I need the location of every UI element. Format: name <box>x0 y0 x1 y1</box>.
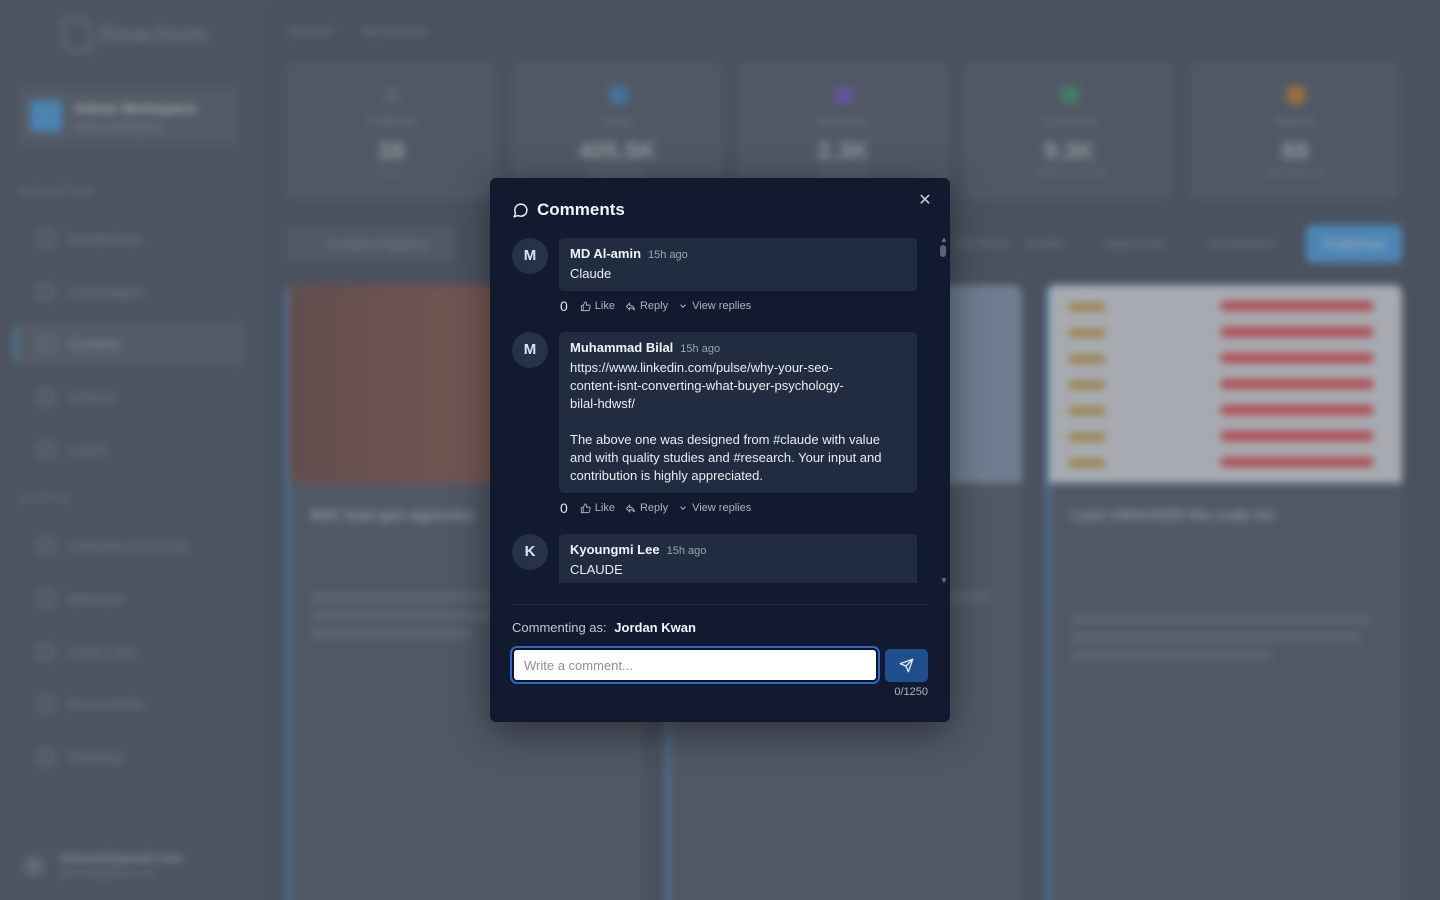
comment-bubble: Kyoungmi Lee 15h ago CLAUDE <box>559 534 917 583</box>
comment-author[interactable]: Muhammad Bilal <box>570 340 673 355</box>
comment-thread[interactable]: M MD Al-amin 15h ago Claude 0 Like Reply … <box>512 238 918 583</box>
comment-actions: 0 Like Reply View replies <box>560 298 751 314</box>
scroll-up-icon[interactable]: ▲ <box>940 235 948 244</box>
comments-modal: Comments ✕ M MD Al-amin 15h ago Claude 0 … <box>490 178 950 722</box>
scroll-down-icon[interactable]: ▼ <box>940 576 948 585</box>
comment-input[interactable] <box>514 650 876 680</box>
thread-scrollbar[interactable]: ▲ ▼ <box>940 235 948 585</box>
comment-text: Claude <box>570 266 612 281</box>
comment-actions: 0 Like Reply View replies <box>560 500 751 516</box>
reply-button[interactable]: Reply <box>625 300 668 312</box>
view-replies-button[interactable]: View replies <box>678 502 751 514</box>
comment-bubble: MD Al-amin 15h ago Claude <box>559 238 917 291</box>
view-replies-button[interactable]: View replies <box>678 300 751 312</box>
close-button[interactable]: ✕ <box>916 192 934 210</box>
comment-time: 15h ago <box>680 343 721 355</box>
comment-text: https://www.linkedin.com/pulse/why-your-… <box>570 360 882 483</box>
comment-bubble: Muhammad Bilal 15h ago https://www.linked… <box>559 332 917 493</box>
chevron-down-icon <box>680 506 686 510</box>
send-button[interactable] <box>885 649 928 682</box>
commenting-as: Commenting as: Jordan Kwan <box>512 620 696 635</box>
divider <box>512 604 928 605</box>
comment-time: 15h ago <box>648 249 688 261</box>
commenting-as-name: Jordan Kwan <box>614 620 696 635</box>
reply-icon <box>625 503 636 513</box>
like-button[interactable]: Like <box>580 300 615 312</box>
like-button[interactable]: Like <box>580 502 615 514</box>
commenting-as-label: Commenting as: <box>512 620 607 635</box>
scrollbar-thumb[interactable] <box>940 245 946 257</box>
comment-input-wrapper <box>512 648 878 682</box>
avatar: M <box>512 238 548 274</box>
like-count: 0 <box>560 500 568 516</box>
like-count: 0 <box>560 298 568 314</box>
modal-title: Comments <box>537 200 625 219</box>
send-icon <box>899 658 914 673</box>
modal-header: Comments <box>512 200 625 220</box>
comment-author[interactable]: Kyoungmi Lee <box>570 542 660 557</box>
avatar: K <box>512 534 548 570</box>
comment-bubble-icon <box>513 202 528 218</box>
comment-text: CLAUDE <box>570 562 623 577</box>
char-counter: 0/1250 <box>894 686 928 698</box>
comment-author[interactable]: MD Al-amin <box>570 246 641 261</box>
thumbs-up-icon <box>580 300 591 311</box>
reply-icon <box>625 301 636 311</box>
chevron-down-icon <box>680 304 686 308</box>
close-icon: ✕ <box>918 192 932 209</box>
avatar: M <box>512 332 548 368</box>
reply-button[interactable]: Reply <box>625 502 668 514</box>
comment-time: 15h ago <box>666 545 707 557</box>
thumbs-up-icon <box>580 502 591 513</box>
